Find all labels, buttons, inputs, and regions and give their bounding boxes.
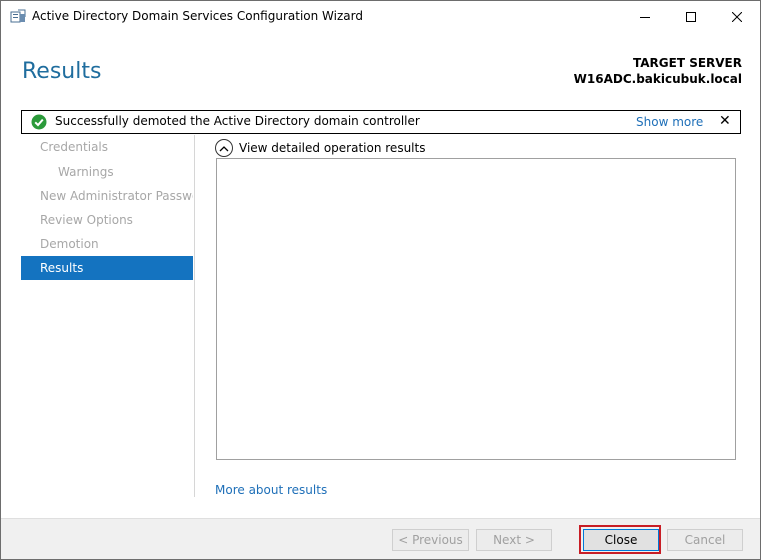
nav-item-review-options[interactable]: Review Options [21, 208, 193, 232]
nav-item-new-administrator-password[interactable]: New Administrator Password [21, 184, 193, 208]
next-button[interactable]: Next > [476, 529, 552, 551]
close-icon [731, 11, 742, 22]
close-button[interactable]: Close [583, 529, 659, 551]
page-title: Results [22, 59, 102, 84]
banner-message: Successfully demoted the Active Director… [55, 114, 420, 128]
more-about-results-link[interactable]: More about results [215, 483, 327, 497]
wizard-footer: < Previous Next > Close Cancel [1, 518, 760, 559]
maximize-button[interactable] [668, 1, 713, 32]
title-bar: Active Directory Domain Services Configu… [1, 1, 760, 32]
expander-label: View detailed operation results [239, 141, 426, 155]
view-detailed-results-expander[interactable]: View detailed operation results [215, 138, 425, 158]
success-check-icon [31, 114, 47, 130]
server-manager-icon [10, 9, 26, 23]
dismiss-banner-button[interactable]: ✕ [719, 113, 731, 129]
nav-divider [194, 135, 195, 497]
minimize-button[interactable] [622, 1, 667, 32]
nav-item-demotion[interactable]: Demotion [21, 232, 193, 256]
nav-item-warnings[interactable]: Warnings [21, 160, 193, 184]
minimize-icon [639, 12, 650, 22]
wizard-window: Active Directory Domain Services Configu… [0, 0, 761, 560]
show-more-link[interactable]: Show more [636, 115, 703, 129]
cancel-button[interactable]: Cancel [667, 529, 743, 551]
maximize-icon [685, 11, 696, 22]
nav-item-results[interactable]: Results [21, 256, 193, 280]
close-window-button[interactable] [714, 1, 759, 32]
target-server-name: W16ADC.bakicubuk.local [573, 72, 742, 86]
target-server-label: TARGET SERVER [633, 56, 742, 70]
chevron-up-icon [215, 139, 233, 157]
window-title: Active Directory Domain Services Configu… [32, 9, 363, 23]
previous-button[interactable]: < Previous [392, 529, 469, 551]
notification-banner: Successfully demoted the Active Director… [21, 110, 741, 134]
nav-item-credentials[interactable]: Credentials [21, 135, 193, 159]
operation-results-textbox[interactable] [216, 158, 736, 460]
